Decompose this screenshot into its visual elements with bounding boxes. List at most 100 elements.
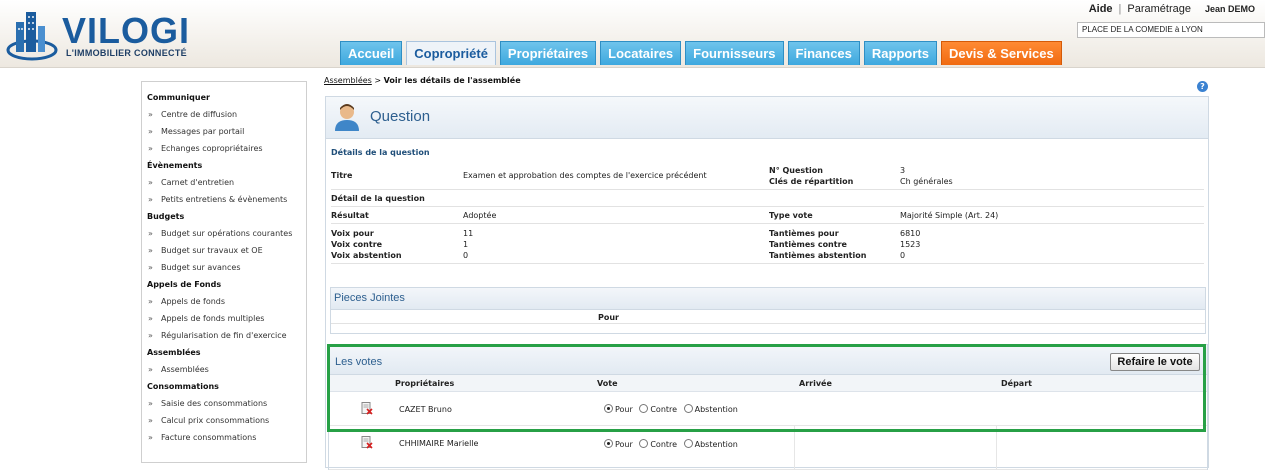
sidebar-item-appels-multiples[interactable]: » Appels de fonds multiples: [147, 310, 306, 327]
titre-value: Examen et approbation des comptes de l'e…: [463, 171, 707, 180]
num-question-label: N° Question: [769, 166, 823, 175]
delete-document-icon[interactable]: [361, 402, 373, 415]
sidebar-item-calcul-prix[interactable]: » Calcul prix consommations: [147, 412, 306, 429]
arrow-icon: »: [148, 399, 153, 408]
arrow-icon: »: [148, 110, 153, 119]
votes-columns: Propriétaires Vote Arrivée Départ: [329, 375, 1207, 392]
sidebar-item-saisie-conso[interactable]: » Saisie des consommations: [147, 395, 306, 412]
sidebar-section-title: Consommations: [147, 382, 219, 391]
user-name[interactable]: Jean DEMO: [1205, 4, 1255, 14]
arrow-icon: »: [148, 297, 153, 306]
sidebar-item-label: Echanges copropriétaires: [161, 144, 263, 153]
arrow-icon: »: [148, 127, 153, 136]
top-links: Aide | Paramétrage Jean DEMO: [1089, 2, 1255, 16]
sidebar-item-label: Assemblées: [161, 365, 209, 374]
sidebar-item-petits-entretiens[interactable]: » Petits entretiens & évènements: [147, 191, 306, 208]
sidebar-item-appels-fonds[interactable]: » Appels de fonds: [147, 293, 306, 310]
sidebar-item-label: Facture consommations: [161, 433, 257, 442]
tab-locataires[interactable]: Locataires: [600, 41, 682, 65]
owner-name: CAZET Bruno: [399, 405, 452, 414]
arrow-icon: »: [148, 331, 153, 340]
arrow-icon: »: [148, 314, 153, 323]
vote-row: CHHIMAIRE Marielle Pour Contre Abstentio…: [329, 426, 1207, 470]
pieces-jointes-title: Pieces Jointes: [331, 288, 1205, 310]
sidebar-item-carnet-entretien[interactable]: » Carnet d'entretien: [147, 174, 306, 191]
resultat-value: Adoptée: [463, 211, 497, 220]
settings-link[interactable]: Paramétrage: [1127, 3, 1191, 15]
tab-devis-services[interactable]: Devis & Services: [940, 41, 1062, 65]
arrow-icon: »: [148, 246, 153, 255]
sidebar-section-title: Communiquer: [147, 93, 210, 102]
question-panel: Question Détails de la question Titre Ex…: [325, 96, 1209, 470]
detail-row-detail: Détail de la question: [331, 190, 1204, 207]
column-proprietaires: Propriétaires: [395, 379, 455, 388]
votes-header: Les votes Refaire le vote: [329, 345, 1207, 375]
sidebar-item-budget-courantes[interactable]: » Budget sur opérations courantes: [147, 225, 306, 242]
breadcrumb: Assemblées > Voir les détails de l'assem…: [324, 76, 521, 85]
tab-accueil[interactable]: Accueil: [340, 41, 403, 65]
tab-copropriete[interactable]: Copropriété: [406, 41, 496, 65]
resultat-label: Résultat: [331, 211, 369, 220]
arrow-icon: »: [148, 178, 153, 187]
help-icon[interactable]: ?: [1197, 81, 1208, 92]
type-vote-value: Majorité Simple (Art. 24): [900, 211, 999, 220]
option-label: Pour: [615, 405, 633, 414]
voix-pour-label: Voix pour: [331, 229, 374, 238]
tab-rapports[interactable]: Rapports: [863, 41, 937, 65]
cles-value: Ch générales: [900, 177, 953, 186]
option-label: Abstention: [694, 440, 738, 449]
logo-text: VILOGI: [62, 10, 191, 51]
logo-building-icon: [6, 12, 58, 61]
pieces-jointes-columns: Pour: [331, 310, 1205, 324]
detail-row-resultat: Résultat Adoptée Type vote Majorité Simp…: [331, 207, 1204, 224]
sidebar-item-assemblees[interactable]: » Assemblées: [147, 361, 306, 378]
sidebar-item-label: Centre de diffusion: [161, 110, 238, 119]
arrow-icon: »: [148, 416, 153, 425]
sidebar-item-echanges[interactable]: » Echanges copropriétaires: [147, 140, 306, 157]
sidebar-item-label: Carnet d'entretien: [161, 178, 235, 187]
sidebar-item-centre-diffusion[interactable]: » Centre de diffusion: [147, 106, 306, 123]
radio-pour[interactable]: [604, 404, 613, 413]
arrow-icon: »: [148, 433, 153, 442]
separator: |: [1118, 3, 1122, 15]
radio-abstention[interactable]: [683, 404, 693, 413]
delete-document-icon[interactable]: [361, 436, 373, 449]
tab-proprietaires[interactable]: Propriétaires: [499, 41, 597, 65]
redo-vote-button[interactable]: Refaire le vote: [1110, 353, 1200, 371]
voix-abstention-label: Voix abstention: [331, 251, 402, 260]
question-details-grid: Titre Examen et approbation des comptes …: [331, 162, 1204, 264]
page-title: Question: [370, 108, 431, 125]
vilogi-logo[interactable]: VILOGI L'IMMOBILIER CONNECTÉ: [6, 6, 206, 64]
tantiemes-contre-label: Tantièmes contre: [769, 240, 847, 249]
tab-fournisseurs[interactable]: Fournisseurs: [685, 41, 784, 65]
help-link[interactable]: Aide: [1089, 3, 1113, 15]
breadcrumb-link-assemblees[interactable]: Assemblées: [324, 76, 372, 85]
sidebar-section-title: Appels de Fonds: [147, 280, 222, 289]
sidebar-item-facture-conso[interactable]: » Facture consommations: [147, 429, 306, 446]
option-label: Contre: [650, 405, 678, 414]
sidebar-item-budget-avances[interactable]: » Budget sur avances: [147, 259, 306, 276]
radio-contre[interactable]: [639, 404, 649, 413]
option-label: Contre: [650, 440, 678, 449]
sidebar-item-messages-portail[interactable]: » Messages par portail: [147, 123, 306, 140]
sidebar-item-budget-travaux[interactable]: » Budget sur travaux et OE: [147, 242, 306, 259]
num-question-value: 3: [900, 166, 906, 175]
tab-finances[interactable]: Finances: [787, 41, 860, 65]
sidebar-item-regularisation[interactable]: » Régularisation de fin d'exercice: [147, 327, 306, 344]
building-selector[interactable]: PLACE DE LA COMEDIE à LYON: [1077, 22, 1265, 38]
column-divider: [996, 426, 997, 469]
sidebar-item-label: Petits entretiens & évènements: [161, 195, 288, 204]
tantiemes-contre-value: 1523: [900, 240, 921, 249]
radio-pour[interactable]: [604, 439, 613, 448]
arrow-icon: »: [148, 229, 153, 238]
voix-abstention-value: 0: [463, 251, 469, 260]
tantiemes-pour-label: Tantièmes pour: [769, 229, 839, 238]
column-divider: [794, 426, 795, 469]
radio-contre[interactable]: [639, 439, 649, 448]
detail-row-titre: Titre Examen et approbation des comptes …: [331, 162, 1204, 190]
sidebar-section-title: Assemblées: [147, 348, 201, 357]
pieces-jointes-panel: Pieces Jointes Pour: [330, 287, 1206, 334]
main-nav-tabs: Accueil Copropriété Propriétaires Locata…: [340, 41, 1066, 65]
sidebar-section-title: Évènements: [147, 161, 203, 170]
radio-abstention[interactable]: [683, 439, 693, 448]
